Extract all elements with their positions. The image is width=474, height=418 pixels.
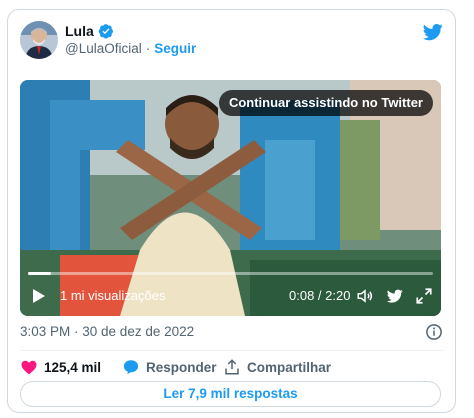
follow-button[interactable]: Seguir [154,41,196,56]
tweet-timestamp[interactable]: 3:03 PM · 30 de dez de 2022 [20,324,194,339]
heart-icon [21,360,37,375]
reply-icon [123,360,139,375]
like-count: 125,4 mil [44,359,102,375]
play-icon[interactable] [32,288,46,304]
share-icon [225,359,239,375]
progress-bar[interactable] [28,272,433,275]
handle-row: @LulaOficial · Seguir [65,41,196,56]
twitter-bird-icon[interactable] [386,288,404,304]
reply-button[interactable]: Responder [122,358,217,376]
author-handle[interactable]: @LulaOficial [65,41,142,56]
video-player[interactable]: Continuar assistindo no Twitter 1 mi vis… [20,80,441,316]
read-replies-button[interactable]: Ler 7,9 mil respostas [20,381,441,407]
avatar[interactable] [20,21,58,59]
share-button[interactable]: Compartilhar [223,358,331,376]
view-count: 1 mi visualizações [60,288,166,303]
continue-watching-button[interactable]: Continuar assistindo no Twitter [218,90,433,116]
volume-icon[interactable] [356,287,374,305]
like-button[interactable]: 125,4 mil [20,358,101,376]
video-time: 0:08 / 2:20 [289,288,351,303]
reply-label: Responder [146,359,217,375]
video-controls: 1 mi visualizações 0:08 / 2:20 [20,276,441,316]
twitter-bird-icon[interactable] [422,22,444,42]
separator-dot: · [145,41,151,56]
info-icon[interactable] [425,323,443,341]
share-label: Compartilhar [247,359,332,375]
author-name[interactable]: Lula [65,23,94,39]
tweet-card: Lula @LulaOficial · Seguir Continuar ass… [7,9,456,413]
author-name-row[interactable]: Lula [65,23,114,39]
divider [20,350,443,351]
expand-icon[interactable] [415,287,433,305]
progress-fill [28,272,52,275]
verified-icon [98,24,113,39]
